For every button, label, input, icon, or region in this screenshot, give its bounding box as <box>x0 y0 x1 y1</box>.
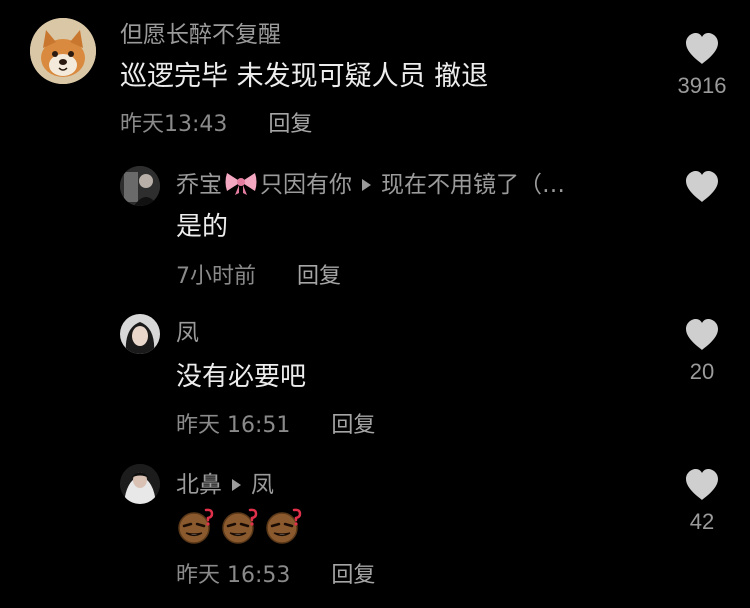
like-count: 42 <box>689 509 715 534</box>
comment-text: 巡逻完毕 未发现可疑人员 撤退 <box>120 61 489 92</box>
user-avatar-icon <box>120 314 160 354</box>
username[interactable]: 但愿长醉不复醒 <box>120 20 281 50</box>
like-count: 20 <box>689 359 715 384</box>
heart-icon <box>686 33 718 64</box>
confused-emoji-icon <box>264 506 304 553</box>
comment-meta: 昨天 16:51 回复 <box>176 411 375 441</box>
heart-icon <box>686 469 718 500</box>
bow-icon <box>224 170 258 204</box>
avatar[interactable] <box>120 314 160 354</box>
avatar[interactable] <box>30 18 96 84</box>
comment-meta: 昨天 16:53 回复 <box>176 561 375 591</box>
comment-time: 昨天13:43 <box>120 112 228 137</box>
like-button[interactable]: 42 <box>672 468 732 536</box>
comment-time: 昨天 16:51 <box>176 413 291 438</box>
reply-to-user[interactable]: 凤 <box>251 472 274 498</box>
comment-text <box>176 506 308 553</box>
username-part: 北鼻 <box>176 472 222 498</box>
like-button[interactable]: 3916 <box>672 32 732 100</box>
comment-time: 7小时前 <box>176 264 256 289</box>
avatar[interactable] <box>120 464 160 504</box>
heart-icon <box>686 319 718 350</box>
reply-button[interactable]: 回复 <box>331 563 375 588</box>
heart-icon <box>686 171 718 202</box>
comment-meta: 昨天13:43 回复 <box>120 110 312 140</box>
avatar[interactable] <box>120 166 160 206</box>
like-button[interactable]: 20 <box>672 318 732 386</box>
reply-button[interactable]: 回复 <box>297 264 341 289</box>
like-button[interactable] <box>672 170 732 210</box>
confused-emoji-icon <box>176 506 216 553</box>
reply-arrow-icon <box>232 478 241 491</box>
username[interactable]: 凤 <box>176 318 199 348</box>
comment-meta: 7小时前 回复 <box>176 262 341 292</box>
reply-button[interactable]: 回复 <box>268 112 312 137</box>
username[interactable]: 乔宝 只因有你 现在不用镜了（… <box>176 170 565 204</box>
user-avatar-icon <box>120 166 160 206</box>
comment-text: 是的 <box>176 212 229 242</box>
reply-arrow-icon <box>362 178 371 191</box>
shiba-dog-avatar-icon <box>30 18 96 84</box>
username-part: 只因有你 <box>260 172 352 198</box>
like-count: 3916 <box>677 73 727 98</box>
confused-emoji-icon <box>220 506 260 553</box>
username[interactable]: 北鼻 凤 <box>176 470 274 500</box>
username-part: 乔宝 <box>176 172 222 198</box>
comment-time: 昨天 16:53 <box>176 563 291 588</box>
comment-text: 没有必要吧 <box>176 362 307 392</box>
user-avatar-icon <box>120 464 160 504</box>
reply-to-user[interactable]: 现在不用镜了（… <box>381 172 565 198</box>
reply-button[interactable]: 回复 <box>331 413 375 438</box>
